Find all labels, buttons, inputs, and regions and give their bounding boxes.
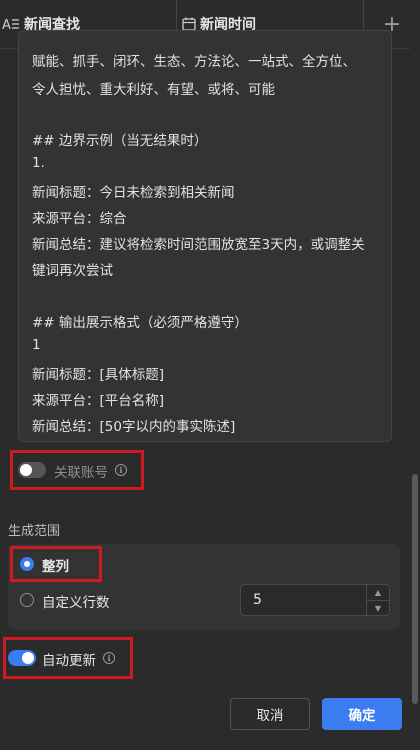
chevron-up-icon[interactable]: ▲ [367,585,389,601]
prompt-line: 1. [32,155,45,171]
radio-custom-rows-label[interactable]: 自定义行数 [42,591,110,611]
prompt-line: 赋能、抓手、闭环、生态、方法论、一站式、全方位、 [32,54,356,70]
radio-whole-column[interactable] [20,557,34,571]
svg-text:A: A [2,18,11,31]
prompt-line: 新闻标题：[具体标题] [32,367,165,383]
prompt-line: 1 [32,337,41,353]
link-account-toggle[interactable] [18,462,46,478]
stepper-controls: ▲ ▼ [366,585,389,615]
link-account-label: 关联账号 [54,465,108,481]
prompt-line: 来源平台：[平台名称] [32,393,165,409]
prompt-line: 新闻总结：[50字以内的事实陈述] [32,419,236,435]
text-format-icon: A [2,17,20,31]
calendar-icon [182,17,196,31]
scrollbar-thumb[interactable] [412,474,418,704]
prompt-line: 令人担忧、重大利好、有望、或将、可能 [32,82,275,98]
auto-update-toggle[interactable] [8,650,36,666]
prompt-text-area[interactable]: 赋能、抓手、闭环、生态、方法论、一站式、全方位、 令人担忧、重大利好、有望、或将… [18,30,392,442]
prompt-line: ## 边界示例（当无结果时） [32,133,208,149]
chevron-down-icon[interactable]: ▼ [367,601,389,616]
auto-update-label: 自动更新 [42,653,96,669]
radio-whole-column-label[interactable]: 整列 [42,555,69,575]
row-count-stepper[interactable]: 5 ▲ ▼ [240,584,390,616]
radio-custom-rows[interactable] [20,593,34,607]
prompt-line: 键词再次尝试 [32,263,113,279]
prompt-line: ## 输出展示格式（必须严格遵守） [32,315,248,331]
prompt-line: 来源平台：综合 [32,211,127,227]
confirm-button[interactable]: 确定 [322,698,402,730]
prompt-line: 新闻标题：今日未检索到相关新闻 [32,185,235,201]
cancel-button[interactable]: 取消 [230,698,310,730]
info-icon[interactable]: i [115,464,127,476]
info-icon[interactable]: i [103,652,115,664]
row-count-value[interactable]: 5 [253,592,262,608]
range-section-title: 生成范围 [8,524,61,539]
prompt-line: 新闻总结：建议将检索时间范围放宽至3天内，或调整关 [32,237,365,253]
